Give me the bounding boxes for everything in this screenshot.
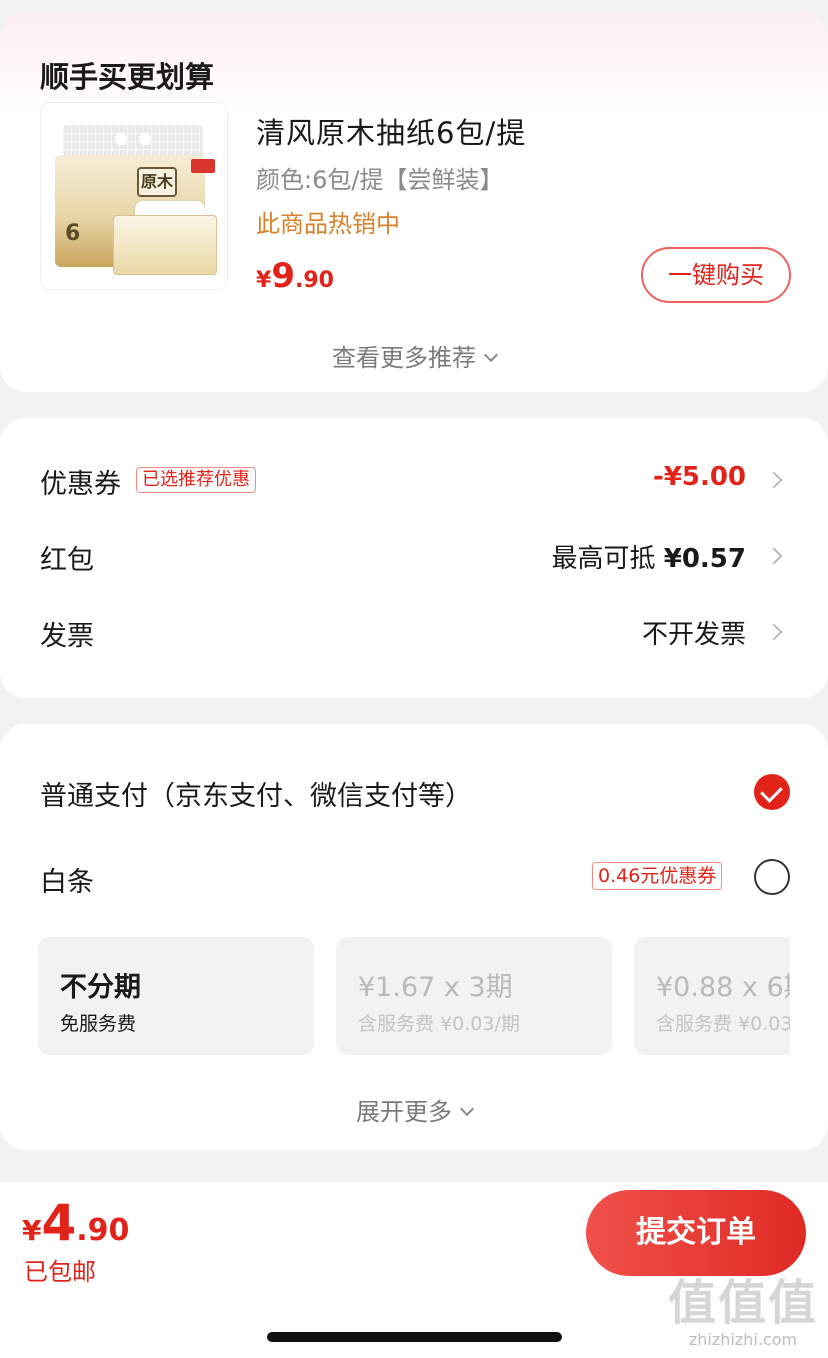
baitiao-coupon-tag: 0.46元优惠券 (592, 862, 723, 890)
invoice-row[interactable]: 发票 不开发票 (40, 614, 788, 654)
price-decimal: .90 (294, 268, 334, 293)
redpacket-value-prefix: 最高可抵 (551, 544, 664, 574)
product-name[interactable]: 清风原木抽纸6包/提 (256, 110, 526, 152)
redpacket-value-amount: ¥0.57 (663, 544, 746, 574)
more-recommendations-label: 查看更多推荐 (332, 344, 476, 372)
chevron-right-icon[interactable] (765, 471, 783, 489)
expand-more-label: 展开更多 (356, 1098, 452, 1126)
baitiao-radio[interactable] (754, 859, 790, 895)
recommend-title: 顺手买更划算 (40, 60, 215, 94)
installment-title: ¥0.88 x 6期 (656, 972, 790, 1003)
price-currency: ¥ (256, 268, 272, 293)
more-recommendations-link[interactable]: 查看更多推荐 (0, 338, 828, 373)
coupon-value: -¥5.00 (652, 462, 746, 492)
chevron-down-icon (459, 1101, 475, 1117)
handle-hole-right (139, 133, 151, 145)
installment-subtitle: 含服务费 ¥0.03/期 (358, 1013, 520, 1035)
price-integer: 9 (271, 256, 295, 296)
invoice-value: 不开发票 (641, 620, 746, 650)
brand-badge-graphic (191, 159, 215, 173)
installment-title: 不分期 (60, 972, 141, 1003)
total-price: ¥4.90 (22, 1194, 129, 1252)
total-integer: 4 (41, 1194, 77, 1252)
pack-brand-logo: 原木 (137, 167, 177, 197)
baitiao-label[interactable]: 白条 (40, 860, 94, 899)
installment-options[interactable]: 不分期 免服务费 ¥1.67 x 3期 含服务费 ¥0.03/期 ¥0.88 x… (38, 937, 790, 1055)
chevron-down-icon (483, 347, 499, 363)
installment-option[interactable]: 不分期 免服务费 (38, 937, 314, 1055)
normal-pay-label[interactable]: 普通支付（京东支付、微信支付等） (40, 774, 472, 813)
home-indicator[interactable] (267, 1332, 562, 1342)
coupon-label: 优惠券 (40, 469, 121, 500)
recommend-card: 顺手买更划算 原木 6 清风原木抽纸6包/提 颜色:6包/提【尝鲜装】 此商品热… (0, 12, 828, 392)
installment-option[interactable]: ¥1.67 x 3期 含服务费 ¥0.03/期 (336, 937, 612, 1055)
invoice-label: 发票 (40, 621, 94, 652)
expand-more-link[interactable]: 展开更多 (0, 1092, 828, 1127)
chevron-right-icon[interactable] (765, 623, 783, 641)
product-hot-label: 此商品热销中 (256, 210, 400, 238)
total-currency: ¥ (22, 1214, 42, 1247)
redpacket-row[interactable]: 红包 最高可抵 ¥0.57 (40, 538, 788, 578)
coupon-row[interactable]: 优惠券 已选推荐优惠 -¥5.00 (40, 462, 788, 502)
installment-subtitle: 免服务费 (60, 1013, 137, 1035)
watermark-url: zhizhizhi.com (688, 1330, 798, 1349)
product-image[interactable]: 原木 6 (40, 102, 228, 290)
submit-order-button[interactable]: 提交订单 (586, 1190, 806, 1276)
one-click-buy-button[interactable]: 一键购买 (641, 247, 791, 303)
watermark-logo: 值值值 (667, 1275, 818, 1331)
installment-subtitle: 含服务费 ¥0.03/期 (656, 1013, 790, 1035)
shipping-label: 已包邮 (24, 1258, 96, 1286)
installment-title: ¥1.67 x 3期 (358, 972, 513, 1003)
chevron-right-icon[interactable] (765, 547, 783, 565)
redpacket-label: 红包 (40, 545, 94, 576)
redpacket-value: 最高可抵 ¥0.57 (551, 538, 746, 575)
product-price: ¥9.90 (256, 256, 334, 296)
checkout-page: 顺手买更划算 原木 6 清风原木抽纸6包/提 颜色:6包/提【尝鲜装】 此商品热… (0, 0, 828, 1358)
normal-pay-radio-checked[interactable] (754, 774, 790, 810)
coupon-selected-tag: 已选推荐优惠 (136, 467, 256, 493)
handle-hole-left (115, 133, 127, 145)
product-spec: 颜色:6包/提【尝鲜装】 (256, 166, 504, 194)
site-watermark: 值值值 zhizhizhi.com (668, 1276, 818, 1349)
pack-count-label: 6 (65, 221, 81, 246)
installment-option[interactable]: ¥0.88 x 6期 含服务费 ¥0.03/期 (634, 937, 790, 1055)
total-decimal: .90 (76, 1213, 130, 1248)
tissue-small-pack-graphic (113, 215, 217, 275)
discount-card: 优惠券 已选推荐优惠 -¥5.00 红包 最高可抵 ¥0.57 发票 不开发票 (0, 418, 828, 698)
